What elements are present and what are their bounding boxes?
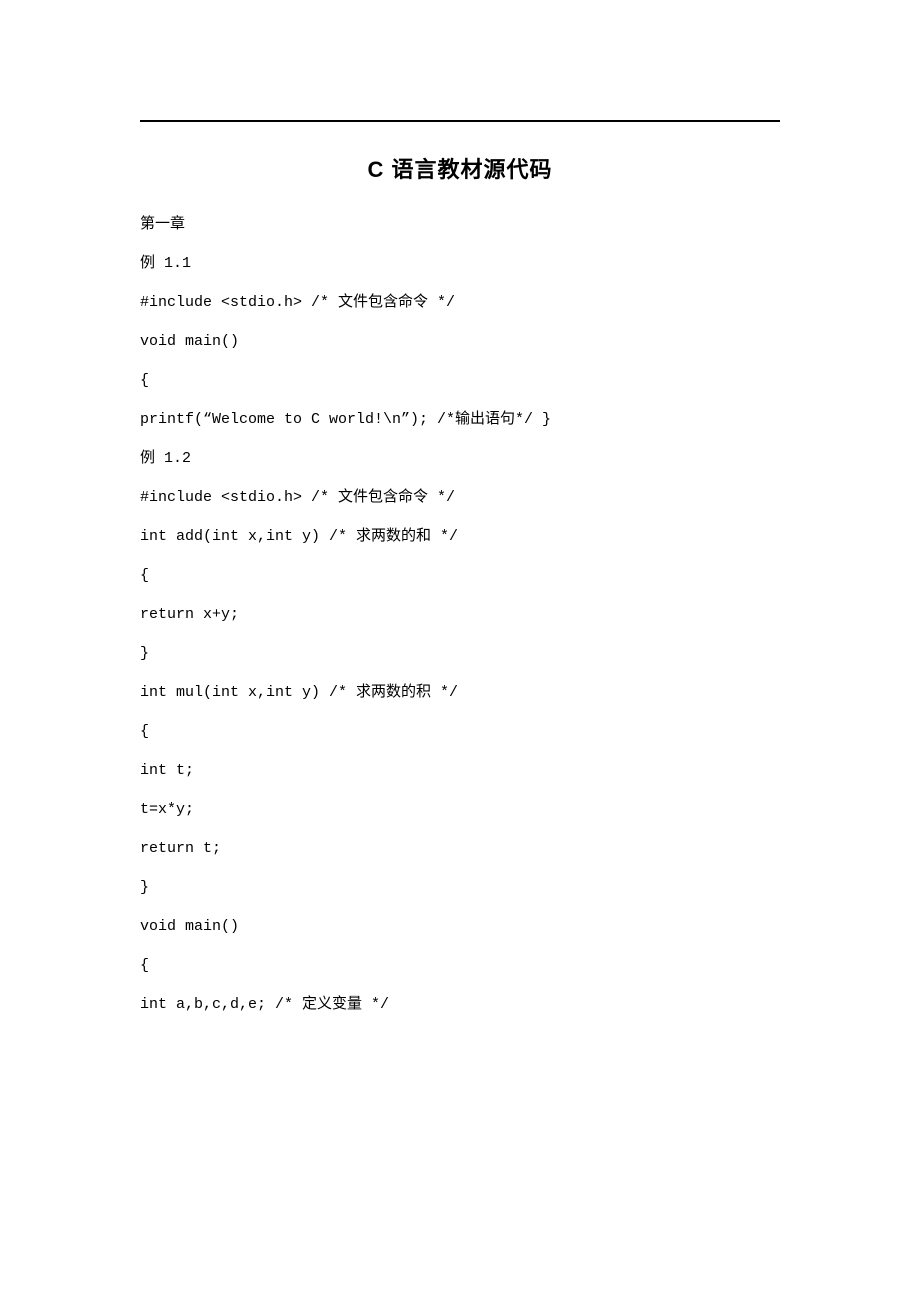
horizontal-rule [140,120,780,122]
code-line: void main() [140,331,780,352]
code-line: printf(“Welcome to C world!\n”); /*输出语句*… [140,409,780,430]
code-line: 例 1.1 [140,253,780,274]
code-line: #include <stdio.h> /* 文件包含命令 */ [140,487,780,508]
code-line: { [140,370,780,391]
code-line: int t; [140,760,780,781]
document-title: C 语言教材源代码 [140,152,780,184]
document-body: 第一章 例 1.1 #include <stdio.h> /* 文件包含命令 *… [140,214,780,1015]
code-line: 第一章 [140,214,780,235]
code-line: void main() [140,916,780,937]
document-page: C 语言教材源代码 第一章 例 1.1 #include <stdio.h> /… [0,0,920,1133]
code-line: return t; [140,838,780,859]
code-line: t=x*y; [140,799,780,820]
code-line: #include <stdio.h> /* 文件包含命令 */ [140,292,780,313]
code-line: int a,b,c,d,e; /* 定义变量 */ [140,994,780,1015]
code-line: int mul(int x,int y) /* 求两数的积 */ [140,682,780,703]
code-line: { [140,955,780,976]
code-line: { [140,565,780,586]
code-line: 例 1.2 [140,448,780,469]
code-line: return x+y; [140,604,780,625]
code-line: } [140,643,780,664]
code-line: } [140,877,780,898]
code-line: { [140,721,780,742]
code-line: int add(int x,int y) /* 求两数的和 */ [140,526,780,547]
